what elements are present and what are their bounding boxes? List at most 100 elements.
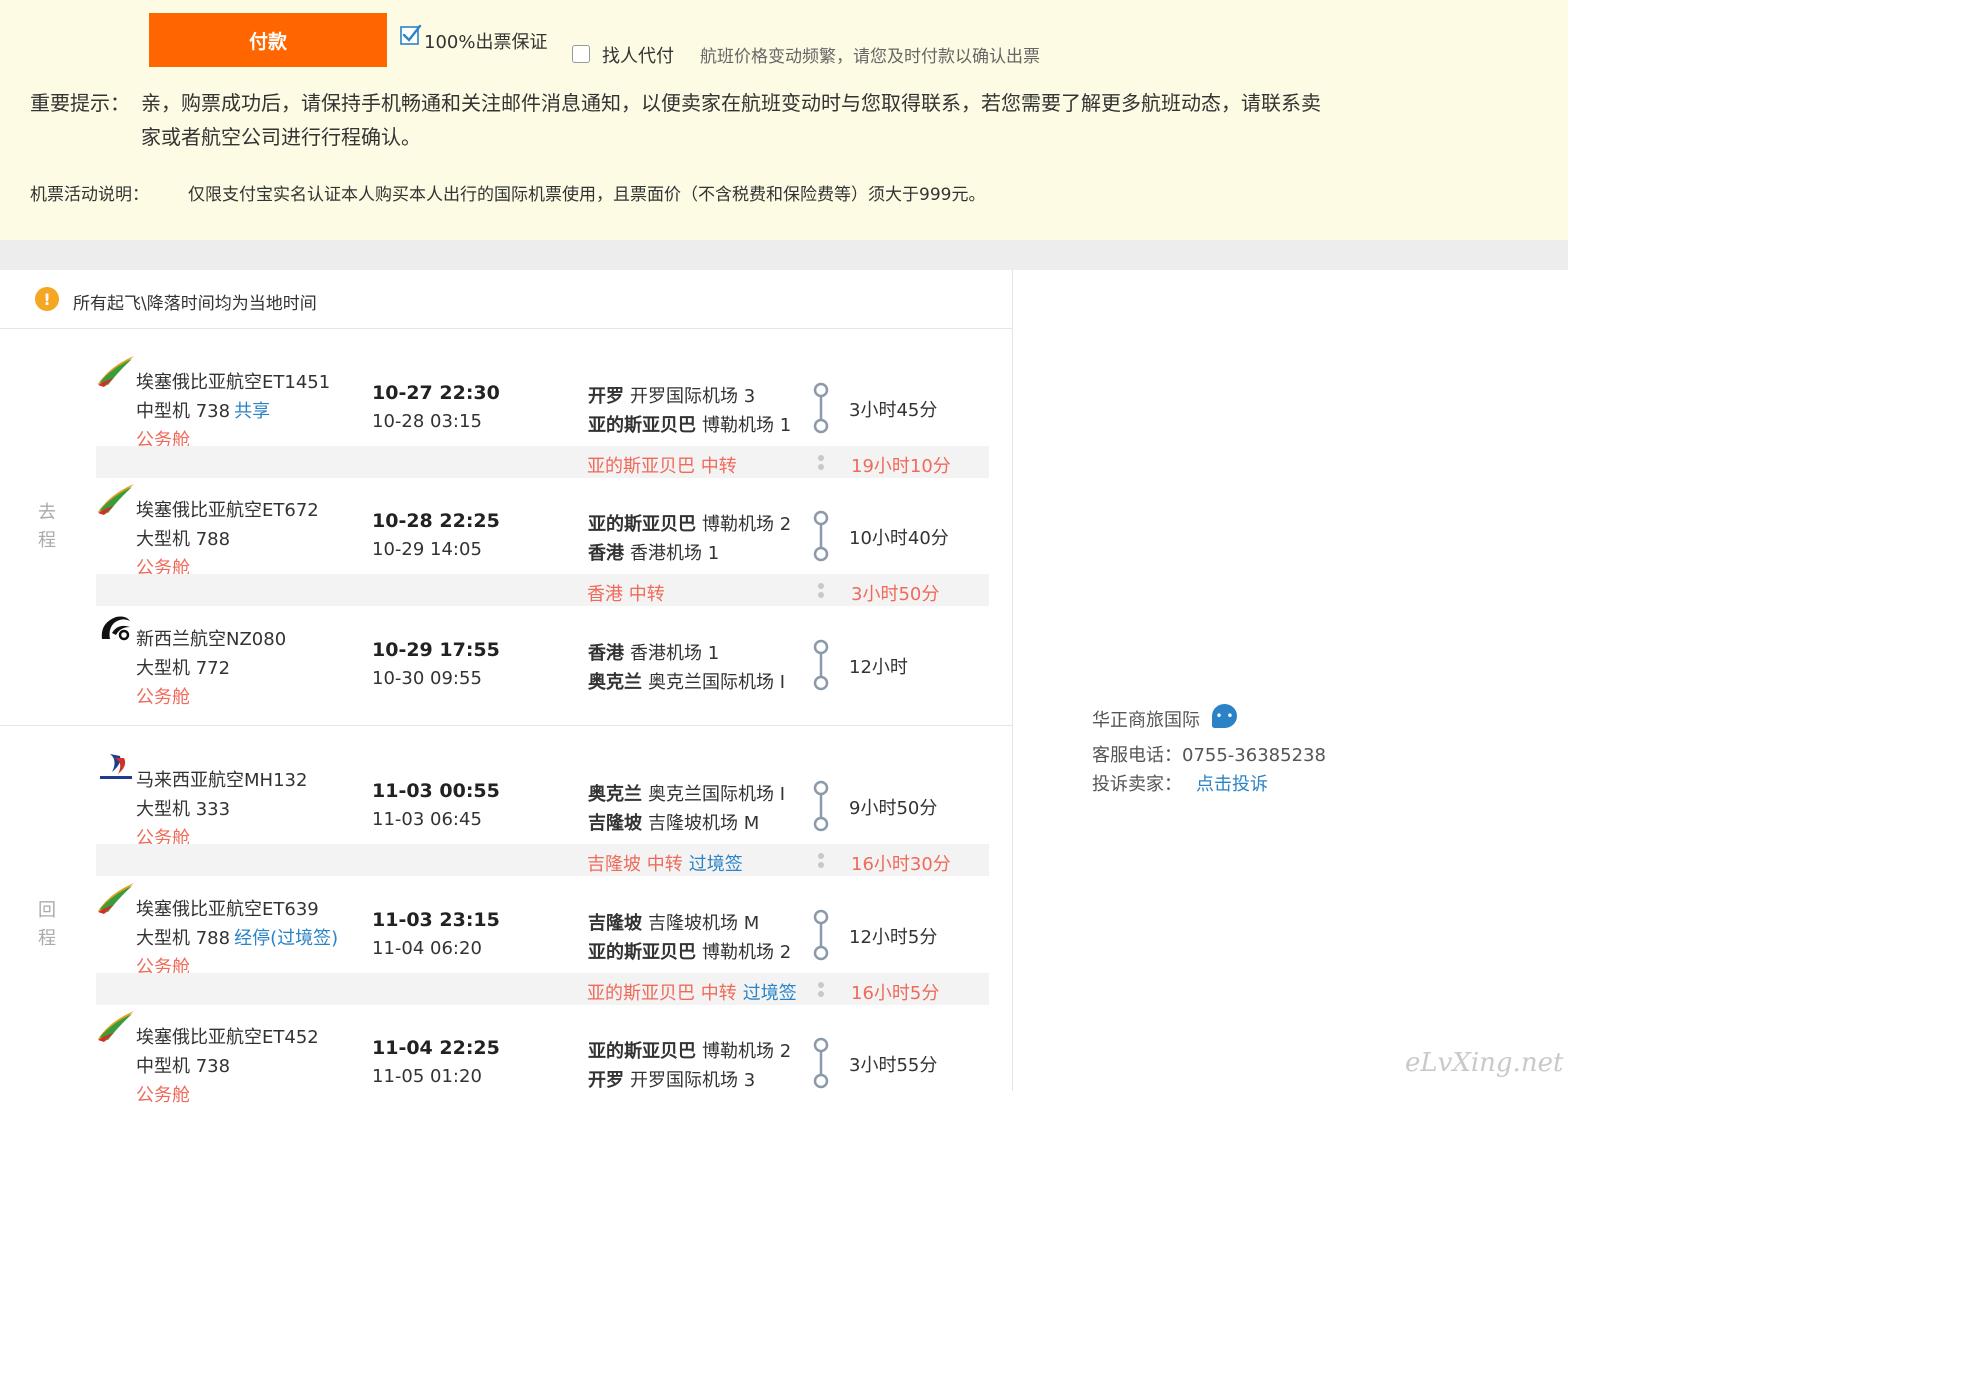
route-connector-icon [813, 909, 829, 961]
chat-icon[interactable]: • • [1212, 704, 1237, 728]
flight-segment-return-2: 埃塞俄比亚航空ET639 大型机 788 经停(过境签) 公务舱 11-03 23… [96, 877, 996, 978]
departure-time: 11-03 00:55 [372, 780, 500, 802]
outbound-return-divider [0, 725, 1012, 726]
watermark: eLvXing.net [1405, 1048, 1564, 1078]
aircraft-type: 中型机 738 [136, 1056, 231, 1077]
route-connector-icon [813, 639, 829, 691]
local-time-note: ! 所有起飞\降落时间均为当地时间 [0, 270, 1012, 329]
aircraft-type: 大型机 333 [136, 799, 231, 820]
departure-airport: 亚的斯亚贝巴 博勒机场 2 [588, 514, 792, 535]
cabin-class: 公务舱 [136, 1085, 190, 1106]
flight-itinerary-panel: ! 所有起飞\降落时间均为当地时间 去 程 埃塞俄比亚航空ET1451 中型机 … [0, 270, 1013, 1106]
airline-name: 马来西亚航空MH132 [136, 770, 308, 791]
airline-name: 埃塞俄比亚航空ET672 [136, 500, 319, 521]
arrival-airport: 吉隆坡 吉隆坡机场 M [588, 813, 760, 834]
aircraft-type: 大型机 788 [136, 529, 231, 550]
pay-button[interactable]: 付款 [149, 13, 387, 67]
transfer-info: 亚的斯亚贝巴 中转 过境签 [587, 983, 797, 1004]
departure-airport: 奥克兰 奥克兰国际机场 I [588, 784, 786, 805]
airline-name: 埃塞俄比亚航空ET639 [136, 899, 319, 920]
proxy-pay-checkbox[interactable] [572, 45, 590, 63]
arrival-airport: 奥克兰 奥克兰国际机场 I [588, 672, 786, 693]
arrival-time: 10-28 03:15 [372, 411, 482, 432]
price-change-note: 航班价格变动频繁，请您及时付款以确认出票 [700, 47, 1040, 67]
airline-name: 埃塞俄比亚航空ET452 [136, 1027, 319, 1048]
departure-time: 10-27 22:30 [372, 382, 500, 404]
seller-name: 华正商旅国际 [1092, 710, 1200, 731]
ethiopian-airlines-logo-icon [98, 883, 134, 914]
section-separator [0, 240, 1568, 270]
flight-segment-outbound-1: 埃塞俄比亚航空ET1451 中型机 738 共享 公务舱 10-27 22:30 … [96, 350, 996, 451]
route-connector-icon [813, 780, 829, 832]
airline-name: 埃塞俄比亚航空ET1451 [136, 372, 331, 393]
flight-duration: 9小时50分 [849, 798, 938, 819]
airline-name: 新西兰航空NZ080 [136, 629, 287, 650]
arrival-airport: 开罗 开罗国际机场 3 [588, 1070, 756, 1091]
flight-duration: 10小时40分 [849, 528, 949, 549]
aircraft-type: 大型机 788 经停(过境签) [136, 928, 339, 949]
transfer-wait-time: 19小时10分 [851, 456, 951, 477]
departure-time: 10-28 22:25 [372, 510, 500, 532]
arrival-time: 10-29 14:05 [372, 539, 482, 560]
codeshare-link[interactable]: 共享 [234, 401, 270, 422]
transfer-wait-time: 3小时50分 [851, 584, 940, 605]
notice-text-line1: 亲，购票成功后，请保持手机畅通和关注邮件消息通知，以便卖家在航班变动时与您取得联… [141, 91, 1321, 115]
notice-label: 重要提示： [30, 91, 130, 115]
route-connector-icon [813, 510, 829, 562]
route-connector-icon [813, 382, 829, 434]
arrival-airport: 亚的斯亚贝巴 博勒机场 2 [588, 942, 792, 963]
flight-duration: 12小时5分 [849, 927, 938, 948]
service-phone: 客服电话：0755-36385238 [1092, 745, 1326, 766]
departure-time: 11-04 22:25 [372, 1037, 500, 1059]
guarantee-label: 100%出票保证 [424, 32, 548, 53]
departure-airport: 开罗 开罗国际机场 3 [588, 386, 756, 407]
flight-duration: 3小时55分 [849, 1055, 938, 1076]
flight-duration: 12小时 [849, 657, 908, 678]
transit-visa-link[interactable]: 过境签 [743, 983, 797, 1004]
ethiopian-airlines-logo-icon [98, 484, 134, 515]
flight-segment-return-1: 马来西亚航空MH132 大型机 333 公务舱 11-03 00:55 11-0… [96, 748, 996, 849]
transit-visa-link[interactable]: 过境签 [689, 854, 743, 875]
departure-airport: 亚的斯亚贝巴 博勒机场 2 [588, 1041, 792, 1062]
arrival-airport: 亚的斯亚贝巴 博勒机场 1 [588, 415, 792, 436]
aircraft-type: 中型机 738 共享 [136, 401, 271, 422]
ethiopian-airlines-logo-icon [98, 1011, 134, 1042]
departure-airport: 吉隆坡 吉隆坡机场 M [588, 913, 760, 934]
departure-time: 11-03 23:15 [372, 909, 500, 931]
return-label-char-2: 程 [38, 928, 56, 949]
notice-text-line2: 家或者航空公司进行行程确认。 [141, 125, 421, 149]
arrival-time: 11-03 06:45 [372, 809, 482, 830]
arrival-time: 10-30 09:55 [372, 668, 482, 689]
warning-icon: ! [35, 287, 59, 311]
complain-row: 投诉卖家： 点击投诉 [1092, 774, 1268, 795]
return-label-char-1: 回 [38, 900, 56, 921]
arrival-time: 11-04 06:20 [372, 938, 482, 959]
checked-checkbox-icon[interactable] [400, 24, 422, 46]
departure-time: 10-29 17:55 [372, 639, 500, 661]
transfer-info: 香港 中转 [587, 584, 665, 605]
flight-segment-outbound-3: 新西兰航空NZ080 大型机 772 公务舱 10-29 17:55 10-30… [96, 607, 996, 708]
local-time-note-text: 所有起飞\降落时间均为当地时间 [73, 294, 317, 314]
payment-notice-banner: 付款 100%出票保证 找人代付 航班价格变动频繁，请您及时付款以确认出票 重要… [0, 0, 1568, 240]
outbound-label: 去 程 [35, 499, 59, 555]
flight-segment-return-3: 埃塞俄比亚航空ET452 中型机 738 公务舱 11-04 22:25 11-… [96, 1005, 996, 1106]
complain-link[interactable]: 点击投诉 [1196, 774, 1268, 795]
return-label: 回 程 [35, 897, 59, 953]
transfer-dots-icon [818, 982, 824, 998]
flight-duration: 3小时45分 [849, 400, 938, 421]
ethiopian-airlines-logo-icon [98, 356, 134, 387]
outbound-label-char-1: 去 [38, 502, 56, 523]
transfer-info: 亚的斯亚贝巴 中转 [587, 456, 737, 477]
transfer-dots-icon [818, 455, 824, 471]
transfer-dots-icon [818, 853, 824, 869]
transfer-row: 吉隆坡 中转 过境签 16小时30分 [96, 844, 989, 876]
transfer-wait-time: 16小时5分 [851, 983, 940, 1004]
outbound-label-char-2: 程 [38, 530, 56, 551]
arrival-time: 11-05 01:20 [372, 1066, 482, 1087]
transfer-dots-icon [818, 583, 824, 599]
stopover-visa-link[interactable]: 经停(过境签) [234, 928, 338, 949]
route-connector-icon [813, 1037, 829, 1089]
promo-label: 机票活动说明： [30, 185, 149, 205]
transfer-row: 亚的斯亚贝巴 中转 19小时10分 [96, 446, 989, 478]
departure-airport: 香港 香港机场 1 [588, 643, 720, 664]
